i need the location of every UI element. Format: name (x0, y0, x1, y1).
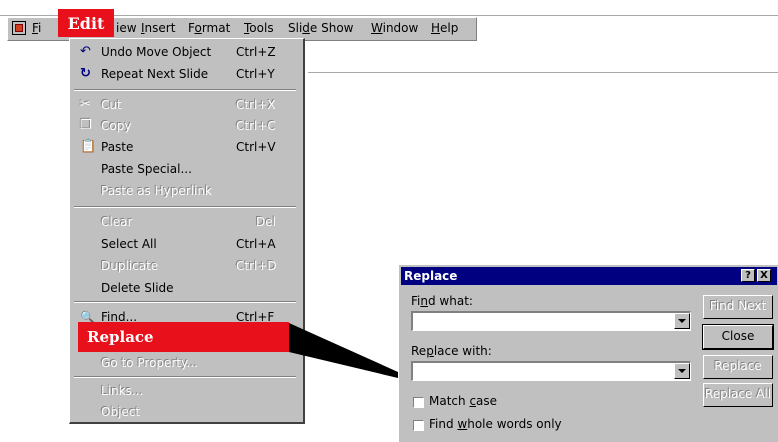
dialog-title: Replace (404, 269, 458, 283)
replace-dialog: Replace ? X Find what: Replace with: Mat… (398, 264, 778, 442)
callout-pointer-shape (289, 323, 398, 378)
workspace-line (308, 72, 778, 73)
menu-item-undo[interactable]: ↶ Undo Move Object Ctrl+Z (70, 42, 302, 62)
find-what-dropdown-arrow[interactable] (674, 313, 690, 329)
help-button[interactable]: ? (741, 269, 755, 282)
menu-file[interactable]: Fi (32, 21, 41, 35)
menu-separator (74, 376, 296, 378)
menu-item-clear[interactable]: Clear Del (70, 212, 302, 232)
powerpoint-app-icon[interactable] (12, 21, 26, 35)
edit-menu-dropdown: ↶ Undo Move Object Ctrl+Z ↻ Repeat Next … (69, 38, 305, 424)
menu-window[interactable]: Window (371, 21, 418, 35)
menu-slide-show[interactable]: Slide Show (288, 21, 354, 35)
menu-item-copy[interactable]: ❐ Copy Ctrl+C (70, 116, 302, 136)
copy-icon: ❐ (80, 118, 92, 133)
menu-separator (74, 89, 296, 91)
paste-icon: 📋 (80, 139, 97, 154)
menu-item-paste[interactable]: 📋 Paste Ctrl+V (70, 137, 302, 157)
workspace-top-line (0, 15, 778, 16)
menu-item-repeat[interactable]: ↻ Repeat Next Slide Ctrl+Y (70, 64, 302, 84)
whole-words-checkbox[interactable] (413, 420, 424, 431)
menu-view[interactable]: iew (116, 21, 137, 35)
match-case-label: Match case (429, 394, 498, 408)
menu-format[interactable]: Format (188, 21, 230, 35)
menu-separator (74, 206, 296, 208)
menu-item-paste-hyperlink[interactable]: Paste as Hyperlink (70, 181, 302, 201)
scissors-icon: ✂ (80, 97, 91, 112)
whole-words-label: Find whole words only (429, 417, 562, 431)
find-next-button[interactable]: Find Next (703, 295, 773, 319)
match-case-checkbox[interactable] (413, 397, 424, 408)
replace-all-button[interactable]: Replace All (703, 383, 773, 407)
menu-item-duplicate[interactable]: Duplicate Ctrl+D (70, 256, 302, 276)
replace-button[interactable]: Replace (703, 355, 773, 379)
dialog-title-bar: Replace ? X (401, 267, 777, 285)
menu-separator (74, 301, 296, 303)
menu-insert[interactable]: Insert (141, 21, 175, 35)
close-x-button[interactable]: X (757, 269, 771, 282)
undo-icon: ↶ (80, 44, 91, 59)
menu-item-delete-slide[interactable]: Delete Slide (70, 278, 302, 298)
menu-item-replace[interactable]: Replace (78, 322, 289, 352)
menu-item-object[interactable]: Object (70, 402, 302, 422)
close-button[interactable]: Close (702, 324, 774, 350)
replace-with-label: Replace with: (411, 344, 492, 358)
menu-item-cut[interactable]: ✂ Cut Ctrl+X (70, 95, 302, 115)
menu-item-go-to-property[interactable]: Go to Property... (70, 353, 302, 373)
replace-with-combobox[interactable] (411, 361, 691, 381)
redo-icon: ↻ (80, 66, 91, 81)
menu-item-links[interactable]: Links... (70, 381, 302, 401)
replace-with-dropdown-arrow[interactable] (674, 363, 690, 379)
menu-tools[interactable]: Tools (244, 21, 274, 35)
find-what-combobox[interactable] (411, 311, 691, 331)
edit-menu-callout[interactable]: Edit (58, 9, 114, 37)
find-what-label: Find what: (411, 294, 473, 308)
menu-help[interactable]: Help (431, 21, 458, 35)
menu-item-paste-special[interactable]: Paste Special... (70, 159, 302, 179)
menu-item-select-all[interactable]: Select All Ctrl+A (70, 234, 302, 254)
